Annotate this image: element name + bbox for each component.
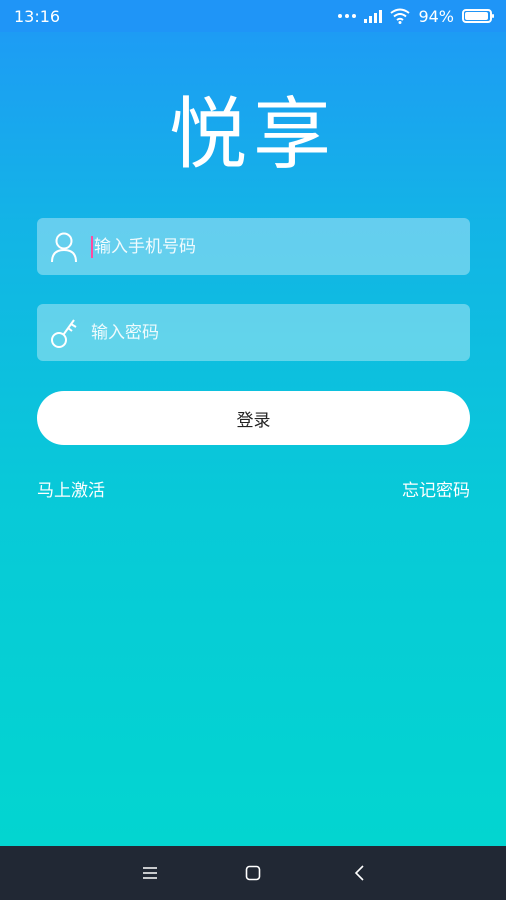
back-icon[interactable] [347, 862, 371, 884]
status-time: 13:16 [14, 6, 61, 26]
password-input[interactable] [91, 312, 451, 353]
home-icon[interactable] [241, 862, 265, 884]
wifi-icon [390, 8, 411, 24]
system-nav-bar [0, 846, 506, 900]
phone-field[interactable] [37, 218, 470, 275]
key-icon [39, 304, 91, 361]
signal-icon [364, 9, 383, 23]
forgot-password-link[interactable]: 忘记密码 [402, 476, 470, 501]
status-indicators: 94% [338, 6, 494, 26]
login-button[interactable]: 登录 [37, 391, 470, 445]
activate-link[interactable]: 马上激活 [37, 476, 105, 501]
user-icon [39, 218, 91, 275]
battery-icon [462, 9, 494, 23]
app-logo: 悦享 [168, 90, 337, 180]
menu-icon[interactable] [138, 862, 162, 884]
more-dots-icon [338, 14, 357, 18]
password-field[interactable] [37, 304, 470, 361]
status-bar: 13:16 94% [0, 0, 506, 32]
battery-percent: 94% [418, 6, 454, 26]
phone-input[interactable] [94, 226, 454, 267]
text-cursor [91, 235, 93, 258]
battery-fill [465, 12, 488, 20]
